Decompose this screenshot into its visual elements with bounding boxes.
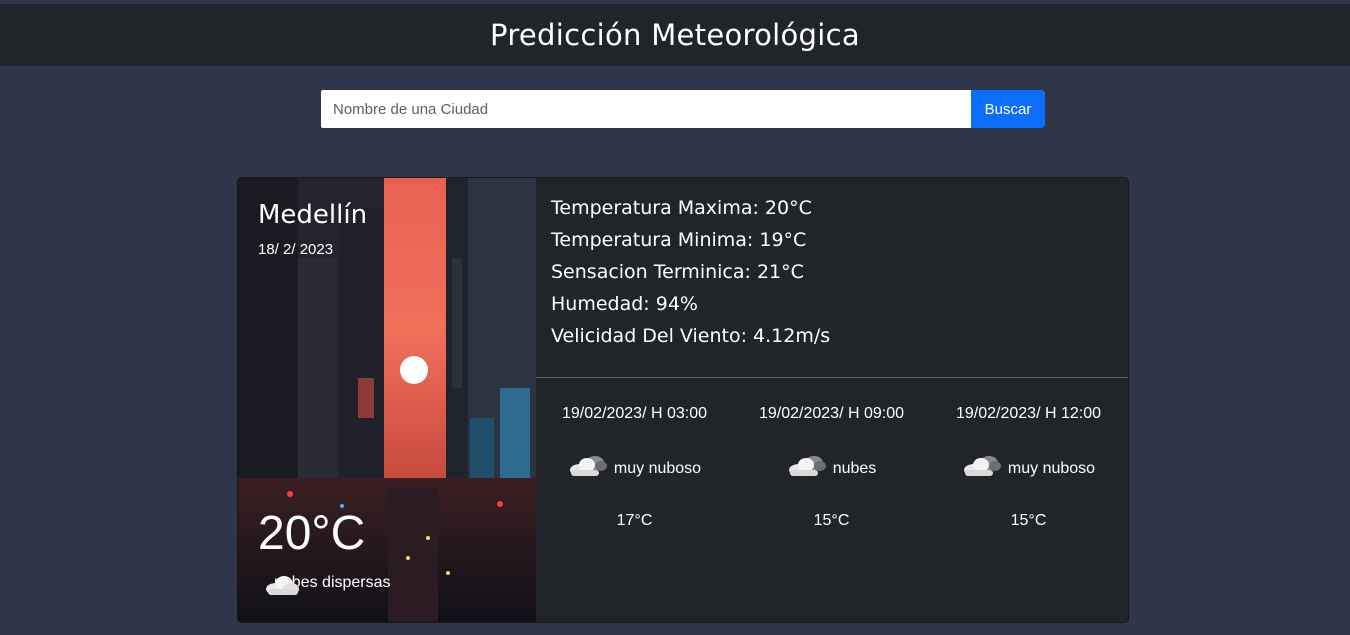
max-temperature: Temperatura Maxima: 20°C	[551, 197, 812, 219]
forecast-time: 19/02/2023/ H 12:00	[955, 405, 1101, 422]
humidity: Humedad: 94%	[551, 293, 698, 315]
city-photo-panel: Medellín 18/ 2/ 2023 20°C nubes dispersa…	[238, 178, 536, 622]
current-date: 18/ 2/ 2023	[258, 241, 334, 258]
feels-like: Sensacion Terminica: 21°C	[551, 261, 804, 283]
weather-card: Medellín 18/ 2/ 2023 20°C nubes dispersa…	[237, 177, 1129, 623]
city-name: Medellín	[258, 200, 368, 230]
min-temperature: Temperatura Minima: 19°C	[551, 229, 807, 251]
search-bar: Buscar	[321, 90, 1045, 128]
city-search-input[interactable]	[321, 90, 971, 128]
weather-details: Temperatura Maxima: 20°C Temperatura Min…	[551, 192, 1111, 352]
forecast-temperature: 15°C	[1010, 512, 1047, 529]
broken-clouds-icon	[787, 454, 827, 483]
current-temperature: 20°C	[258, 507, 366, 560]
forecast-condition: muy nuboso	[930, 454, 1127, 483]
app-header: Predicción Meteorológica	[0, 4, 1350, 66]
forecast-condition-label: muy nuboso	[613, 459, 702, 477]
broken-clouds-icon	[568, 454, 608, 483]
broken-clouds-icon	[962, 454, 1002, 483]
wind-speed: Velicidad Del Viento: 4.12m/s	[551, 325, 831, 347]
page-title: Predicción Meteorológica	[490, 18, 860, 52]
forecast-condition: nubes	[733, 454, 930, 483]
forecast-time: 19/02/2023/ H 03:00	[561, 405, 707, 422]
forecast-list: 19/02/2023/ H 03:00 muy nuboso 17°C 19/0…	[536, 378, 1128, 622]
forecast-time: 19/02/2023/ H 09:00	[758, 405, 904, 422]
forecast-temperature: 17°C	[616, 512, 653, 529]
forecast-temperature: 15°C	[813, 512, 850, 529]
current-condition: nubes dispersas	[264, 574, 391, 595]
search-button[interactable]: Buscar	[971, 90, 1045, 128]
forecast-condition-label: muy nuboso	[1007, 459, 1096, 477]
forecast-condition: muy nuboso	[536, 454, 733, 483]
forecast-condition-label: nubes	[832, 459, 877, 477]
